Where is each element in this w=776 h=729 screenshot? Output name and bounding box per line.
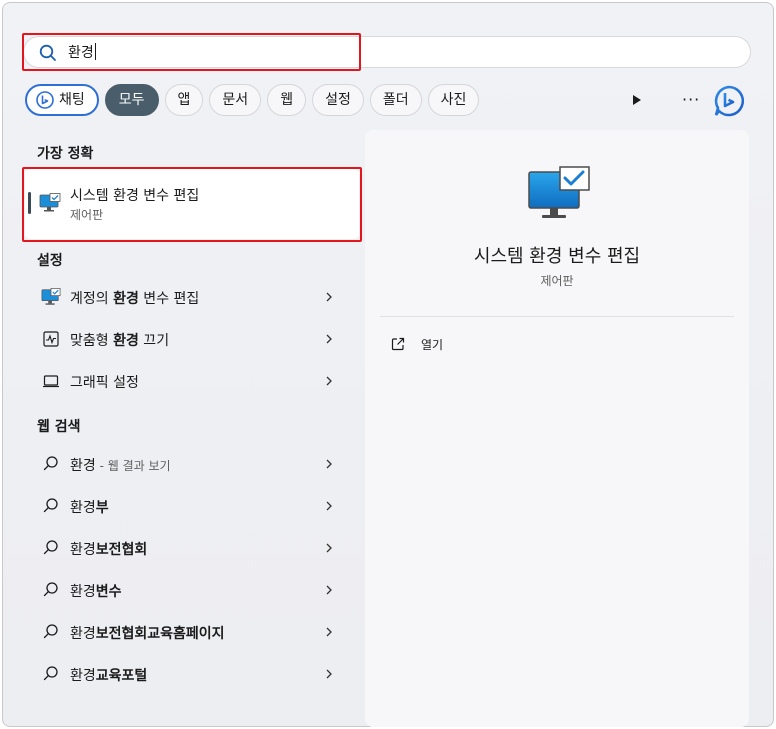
- chip-chat[interactable]: 채팅: [25, 84, 99, 116]
- list-item-label: 환경 - 웹 결과 보기: [70, 458, 171, 474]
- settings-item-account-env[interactable]: 계정의 환경 변수 편집: [25, 277, 359, 317]
- search-window: 환경 채팅 모두 앱 문서 웹 설정 폴더 사진 ··· 가장 정확 시스템 환…: [2, 2, 774, 727]
- selection-indicator: [28, 192, 31, 214]
- list-item-label: 맞춤형 환경 끄기: [70, 333, 170, 349]
- section-settings-title: 설정: [37, 253, 63, 269]
- chip-web[interactable]: 웹: [267, 84, 307, 116]
- settings-item-graphics[interactable]: 그래픽 설정: [25, 361, 359, 401]
- chevron-right-icon: [326, 627, 332, 637]
- list-item-label: 환경부: [70, 500, 109, 516]
- text-caret: [94, 43, 96, 60]
- section-web-search-title: 웹 검색: [37, 419, 81, 435]
- preview-panel: 시스템 환경 변수 편집 제어판 열기: [365, 130, 749, 727]
- open-external-icon: [391, 337, 405, 351]
- web-item-2[interactable]: 환경보전협회: [25, 528, 359, 568]
- chevron-right-icon: [326, 459, 332, 469]
- web-item-3[interactable]: 환경변수: [25, 570, 359, 610]
- activity-chart-icon: [43, 331, 59, 347]
- list-item-label: 환경교육포털: [70, 668, 148, 684]
- list-item-label: 환경변수: [70, 584, 122, 600]
- best-match-subtitle: 제어판: [70, 208, 104, 222]
- search-icon: [43, 456, 58, 471]
- preview-title: 시스템 환경 변수 편집: [473, 246, 641, 267]
- list-item-label: 환경보전협회: [70, 542, 148, 558]
- chevron-right-icon: [326, 376, 332, 386]
- search-icon: [43, 540, 58, 555]
- search-icon: [43, 624, 58, 639]
- search-icon: [39, 44, 56, 61]
- preview-divider: [380, 316, 734, 317]
- chip-folders[interactable]: 폴더: [369, 84, 422, 116]
- open-action[interactable]: 열기: [381, 332, 581, 356]
- open-action-label: 열기: [421, 338, 444, 352]
- search-icon: [43, 498, 58, 513]
- system-properties-icon: [39, 193, 61, 212]
- chevron-right-icon: [326, 292, 332, 302]
- list-item-label: 환경보전협회교육홈페이지: [70, 626, 225, 642]
- chip-settings[interactable]: 설정: [312, 84, 364, 116]
- search-input[interactable]: 환경: [23, 36, 751, 68]
- chip-documents[interactable]: 문서: [209, 84, 262, 116]
- chevron-right-icon: [326, 543, 332, 553]
- chip-apps[interactable]: 앱: [164, 84, 204, 116]
- chip-all[interactable]: 모두: [104, 84, 159, 116]
- web-item-1[interactable]: 환경부: [25, 486, 359, 526]
- chip-chat-label: 채팅: [59, 92, 85, 108]
- settings-item-tailored-experience[interactable]: 맞춤형 환경 끄기: [25, 319, 359, 359]
- chevron-right-icon: [326, 334, 332, 344]
- web-item-5[interactable]: 환경교육포털: [25, 654, 359, 694]
- section-best-match-title: 가장 정확: [37, 146, 94, 162]
- search-icon: [43, 582, 58, 597]
- web-item-0[interactable]: 환경 - 웹 결과 보기: [25, 444, 359, 484]
- search-query: 환경: [68, 45, 94, 61]
- filter-chips: 채팅 모두 앱 문서 웹 설정 폴더 사진: [25, 84, 480, 116]
- chevron-right-icon: [326, 669, 332, 679]
- play-icon[interactable]: [631, 94, 643, 106]
- laptop-icon: [43, 375, 59, 388]
- list-item-label: 계정의 환경 변수 편집: [70, 291, 200, 307]
- web-item-4[interactable]: 환경보전협회교육홈페이지: [25, 612, 359, 652]
- system-properties-icon: [41, 288, 61, 305]
- bing-icon: [36, 91, 54, 109]
- search-icon: [43, 666, 58, 681]
- best-match-item[interactable]: 시스템 환경 변수 편집 제어판: [25, 169, 359, 239]
- bing-chat-icon[interactable]: [713, 85, 745, 117]
- best-match-name: 시스템 환경 변수 편집: [70, 188, 200, 204]
- system-properties-icon: [528, 166, 590, 218]
- chip-photos[interactable]: 사진: [427, 84, 480, 116]
- chevron-right-icon: [326, 501, 332, 511]
- preview-subtitle: 제어판: [540, 274, 574, 288]
- list-item-label: 그래픽 설정: [70, 375, 139, 391]
- more-options-icon[interactable]: ···: [682, 90, 700, 109]
- chevron-right-icon: [326, 585, 332, 595]
